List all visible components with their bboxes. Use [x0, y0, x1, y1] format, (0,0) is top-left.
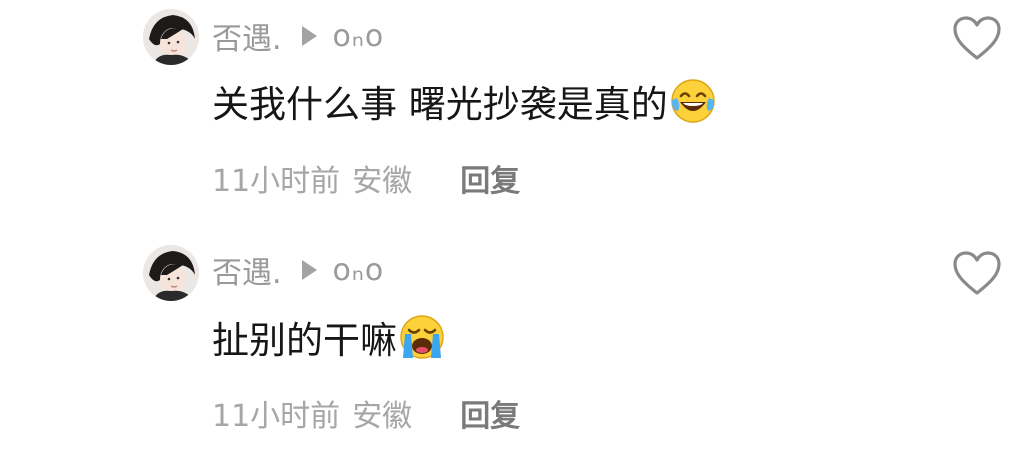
- loudly-crying-face-icon: [400, 315, 444, 359]
- comment-meta: 11小时前 安徽 回复: [212, 156, 520, 200]
- comment-location: 安徽: [352, 399, 413, 434]
- avatar-image: [143, 245, 199, 301]
- comment-text-row: 扯别的干嘛: [212, 309, 445, 365]
- comment-text: 关我什么事 曙光抄袭是真的: [212, 83, 668, 126]
- comment-header: 否遇. oₙo: [212, 248, 384, 292]
- comment-location: 安徽: [352, 164, 413, 199]
- reply-target-username[interactable]: oₙo: [333, 19, 385, 54]
- reply-button[interactable]: 回复: [460, 391, 520, 435]
- comment-time: 11小时前: [212, 164, 341, 199]
- comment-time: 11小时前: [212, 399, 341, 434]
- avatar[interactable]: [143, 245, 199, 301]
- avatar-image: [143, 9, 199, 65]
- username[interactable]: 否遇.: [212, 14, 282, 58]
- comment-text-row: 关我什么事 曙光抄袭是真的: [212, 73, 716, 129]
- reply-arrow-icon: [301, 26, 317, 46]
- username[interactable]: 否遇.: [212, 248, 282, 292]
- reply-button[interactable]: 回复: [460, 156, 520, 200]
- comment-text: 扯别的干嘛: [212, 319, 397, 362]
- avatar[interactable]: [143, 9, 199, 65]
- reply-arrow-icon: [301, 260, 317, 280]
- comment-header: 否遇. oₙo: [212, 14, 384, 58]
- face-with-tears-of-joy-icon: [671, 79, 715, 123]
- reply-target-username[interactable]: oₙo: [333, 253, 385, 288]
- heart-icon[interactable]: [951, 249, 1003, 297]
- comment-meta: 11小时前 安徽 回复: [212, 391, 520, 435]
- heart-icon[interactable]: [951, 14, 1003, 62]
- comment-item: 否遇. oₙo 扯别的干嘛 11小时前 安徽 回复: [0, 234, 1036, 468]
- comment-item: 否遇. oₙo 关我什么事 曙光抄袭是真的 11小时前 安徽 回复: [0, 0, 1036, 234]
